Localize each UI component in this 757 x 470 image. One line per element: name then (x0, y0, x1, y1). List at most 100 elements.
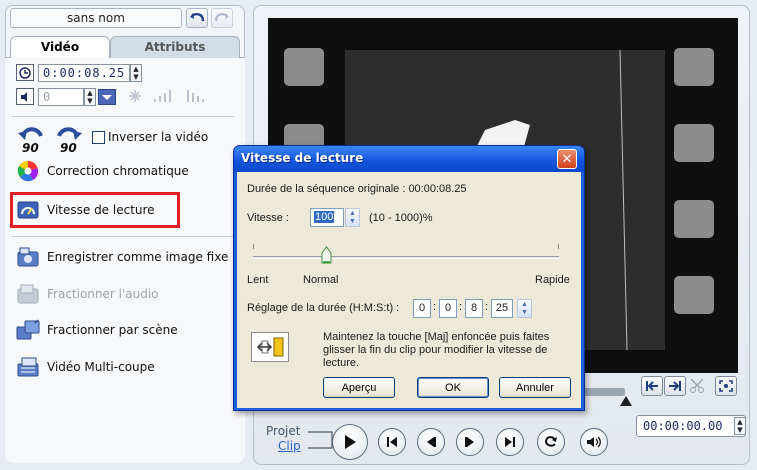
split-audio-option[interactable]: Fractionner l'audio (16, 283, 159, 305)
speed-input[interactable]: 100 (310, 208, 344, 227)
clip-name-field[interactable]: sans nom (10, 8, 182, 28)
mark-out-icon (669, 381, 681, 391)
multi-trim-icon (16, 356, 40, 378)
split-by-scene-option[interactable]: Fractionner par scène (16, 319, 178, 341)
film-sprocket (674, 200, 714, 238)
duration-seconds-input[interactable]: 8 (465, 299, 483, 318)
volume-speaker-icon[interactable] (16, 88, 34, 105)
save-still-option[interactable]: Enregistrer comme image fixe (16, 246, 228, 268)
duration-spinner[interactable]: ▲ ▼ (517, 299, 532, 318)
duration-adjust-label: Réglage de la durée (H:M:S:t) : (247, 302, 400, 314)
duration-display[interactable]: 0:00:08.25 (38, 64, 130, 82)
color-wheel-icon (16, 160, 40, 182)
speed-slider-thumb[interactable] (321, 246, 332, 264)
rotate-right-button[interactable]: 90 (54, 124, 84, 157)
next-frame-icon (465, 437, 474, 447)
duration-minutes-input[interactable]: 0 (439, 299, 457, 318)
previous-frame-button[interactable] (417, 428, 445, 456)
section-divider (12, 116, 234, 117)
fullscreen-button[interactable] (715, 376, 737, 396)
film-sprocket (674, 276, 714, 314)
speed-slider-track[interactable] (253, 256, 559, 259)
shift-drag-hint-text: Maintenez la touche [Maj] enfoncée puis … (323, 331, 550, 369)
undo-button[interactable] (186, 8, 208, 28)
slider-mid-label: Normal (303, 274, 339, 286)
repeat-icon (544, 436, 557, 447)
play-button[interactable] (332, 424, 368, 460)
next-frame-button[interactable] (456, 428, 484, 456)
split-audio-label: Fractionner l'audio (47, 287, 159, 301)
volume-spinner[interactable]: ▲ ▼ (84, 88, 96, 106)
cancel-button[interactable]: Annuler (499, 377, 571, 398)
speed-range-text: (10 - 1000)% (369, 212, 433, 224)
rotate-left-button[interactable]: 90 (16, 124, 46, 157)
reverse-video-label: Inverser la vidéo (108, 130, 209, 144)
playback-speed-dialog: Vitesse de lecture ✕ Durée de la séquenc… (233, 145, 585, 411)
scrub-marker-icon[interactable] (620, 396, 632, 406)
reverse-video-checkbox[interactable] (92, 130, 105, 144)
fade-out-icon[interactable] (152, 88, 178, 107)
fade-down-icon[interactable] (185, 88, 211, 107)
fade-in-icon[interactable] (126, 88, 144, 107)
multi-trim-option[interactable]: Vidéo Multi-coupe (16, 356, 155, 378)
duration-separator: : (433, 301, 437, 313)
play-icon (345, 435, 356, 449)
slider-min-label: Lent (247, 274, 269, 286)
undo-icon (190, 12, 205, 22)
go-to-start-button[interactable] (378, 428, 406, 456)
original-duration-text: Durée de la séquence originale : 00:00:0… (247, 183, 467, 195)
rotate-right-label: 90 (60, 141, 77, 154)
timecode-spinner[interactable]: ▲ ▼ (734, 417, 746, 435)
multi-trim-label: Vidéo Multi-coupe (47, 360, 155, 374)
split-scene-icon (16, 319, 40, 341)
film-sprocket (284, 48, 324, 86)
fullscreen-icon (719, 380, 733, 392)
save-still-label: Enregistrer comme image fixe (47, 250, 229, 264)
rotate-right-icon: 90 (57, 127, 82, 155)
shift-drag-hint-icon (251, 332, 289, 362)
duration-hours-input[interactable]: 0 (413, 299, 431, 318)
speedometer-icon (16, 199, 40, 221)
volume-input[interactable]: 0 (38, 88, 84, 106)
close-icon: ✕ (561, 151, 573, 167)
dialog-title: Vitesse de lecture (241, 151, 364, 165)
color-correction-option[interactable]: Correction chromatique (16, 160, 189, 182)
mark-in-icon (646, 381, 658, 391)
timecode-value: 00:00:00.00 (643, 419, 723, 433)
split-by-scene-label: Fractionner par scène (47, 323, 178, 337)
reverse-video-option[interactable]: Inverser la vidéo (92, 130, 208, 144)
split-audio-icon (16, 283, 40, 305)
preview-button[interactable]: Aperçu (323, 377, 395, 398)
playback-speed-option[interactable]: Vitesse de lecture (16, 199, 155, 221)
volume-dropdown-button[interactable] (98, 89, 116, 105)
cut-scissors-icon[interactable] (689, 378, 707, 397)
go-to-end-button[interactable] (496, 428, 524, 456)
playback-speed-label: Vitesse de lecture (47, 203, 155, 217)
ok-button[interactable]: OK (417, 377, 489, 398)
speed-spinner[interactable]: ▲ ▼ (345, 208, 360, 227)
mode-project-link[interactable]: Projet (266, 424, 300, 438)
speed-label: Vitesse : (247, 212, 289, 224)
speaker-icon (587, 436, 601, 448)
duration-frames-input[interactable]: 25 (491, 299, 513, 318)
tab-attributes[interactable]: Attributs (110, 36, 240, 58)
film-sprocket (674, 124, 714, 162)
redo-button[interactable] (211, 8, 233, 28)
repeat-button[interactable] (537, 428, 565, 456)
dialog-body: Durée de la séquence originale : 00:00:0… (237, 172, 581, 408)
rotate-left-label: 90 (22, 141, 39, 154)
slider-tick (558, 244, 559, 249)
film-sprocket (674, 48, 714, 86)
camera-icon (16, 246, 40, 268)
skip-start-icon (387, 437, 397, 447)
timecode-display[interactable]: 00:00:00.00 (636, 415, 746, 437)
mark-out-button[interactable] (664, 376, 686, 396)
mark-in-button[interactable] (641, 376, 663, 396)
rotate-left-icon: 90 (18, 127, 43, 155)
duration-spinner[interactable]: ▲ ▼ (130, 64, 142, 82)
volume-button[interactable] (580, 428, 608, 456)
dialog-close-button[interactable]: ✕ (557, 149, 577, 169)
duration-clock-icon (16, 64, 34, 81)
mode-clip-link[interactable]: Clip (278, 439, 301, 454)
tab-video[interactable]: Vidéo (10, 36, 110, 58)
